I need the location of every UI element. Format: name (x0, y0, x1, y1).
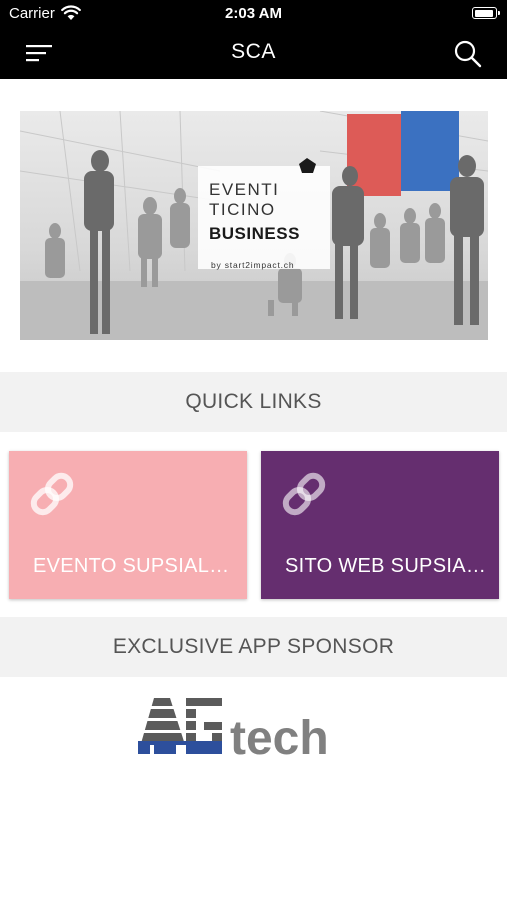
sponsor-logo[interactable]: tech (136, 694, 376, 760)
sponsor-logo-text: tech (230, 712, 329, 760)
status-bar: Carrier 2:03 AM (0, 0, 507, 28)
quick-link-evento-tile[interactable]: EVENTO SUPSIAL… (9, 451, 247, 599)
status-time: 2:03 AM (225, 5, 282, 22)
sponsor-header: EXCLUSIVE APP SPONSOR (0, 617, 507, 677)
event-banner[interactable]: EVENTI TICINO BUSINESS by start2impact.c… (20, 111, 488, 340)
banner-line3: BUSINESS (209, 224, 300, 243)
banner-line1: EVENTI (209, 180, 279, 199)
quick-link-label: EVENTO SUPSIAL… (33, 555, 230, 577)
quick-link-label: SITO WEB SUPSIA… (285, 555, 487, 577)
battery-icon (472, 7, 500, 19)
quick-link-sito-tile[interactable]: SITO WEB SUPSIA… (261, 451, 499, 599)
nav-bar: SCA (0, 28, 507, 79)
search-icon[interactable] (453, 39, 483, 69)
banner-byline: by start2impact.ch (211, 260, 294, 270)
page-title: SCA (231, 40, 276, 63)
link-icon (30, 472, 74, 516)
link-icon (282, 472, 326, 516)
banner-line2: TICINO (209, 200, 276, 219)
quick-links-header: QUICK LINKS (0, 372, 507, 432)
